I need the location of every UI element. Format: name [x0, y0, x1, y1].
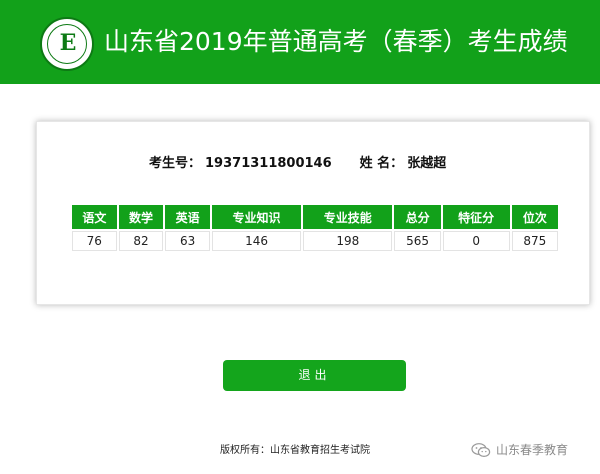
value-rank: 875	[511, 231, 558, 251]
value-english: 63	[165, 231, 210, 251]
value-feature-score: 0	[442, 231, 510, 251]
name-value: 张越超	[407, 156, 447, 171]
header-professional-knowledge: 专业知识	[211, 205, 302, 229]
header-rank: 位次	[511, 205, 558, 229]
exit-button[interactable]: 退出	[223, 360, 406, 391]
header-bar: E 山东省2019年普通高考（春季）考生成绩	[0, 0, 600, 84]
name-label: 姓 名：	[359, 156, 404, 171]
header-professional-skills: 专业技能	[303, 205, 393, 229]
score-header-row: 语文 数学 英语 专业知识 专业技能 总分 特征分 位次	[72, 205, 558, 229]
value-chinese: 76	[72, 231, 117, 251]
exam-no-value: 19371311800146	[205, 156, 332, 171]
value-total: 565	[394, 231, 441, 251]
footer-copyright: 版权所有：山东省教育招生考试院	[220, 445, 370, 456]
exam-authority-logo: E	[40, 17, 94, 71]
header-total: 总分	[394, 205, 441, 229]
header-math: 数学	[118, 205, 164, 229]
header-feature-score: 特征分	[442, 205, 510, 229]
value-math: 82	[118, 231, 164, 251]
header-chinese: 语文	[72, 205, 117, 229]
logo-letter-e-icon: E	[59, 30, 77, 56]
watermark-text: 山东春季教育	[496, 443, 569, 457]
exam-no-label: 考生号：	[149, 156, 202, 171]
score-value-row: 76 82 63 146 198 565 0 875	[72, 231, 558, 251]
score-card: 考生号： 19371311800146 姓 名： 张越超 语文 数学 英语 专业知识 …	[36, 121, 590, 305]
value-professional-skills: 198	[303, 231, 393, 251]
page-title: 山东省2019年普通高考（春季）考生成绩	[104, 27, 568, 56]
header-english: 英语	[165, 205, 210, 229]
student-info: 考生号： 19371311800146 姓 名： 张越超	[149, 154, 446, 174]
value-professional-knowledge: 146	[211, 231, 302, 251]
wechat-icon	[471, 443, 491, 458]
logo-ring: E	[47, 24, 87, 64]
score-table: 语文 数学 英语 专业知识 专业技能 总分 特征分 位次 76 82 63 14…	[70, 203, 560, 253]
